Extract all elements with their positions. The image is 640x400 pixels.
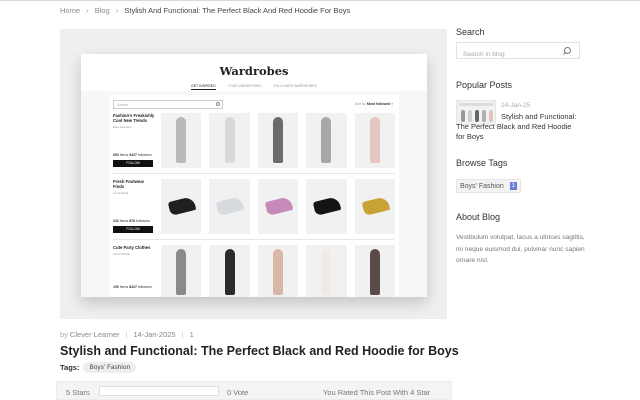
wardrobe-row-stats: 190 items 8427 followers: [113, 285, 152, 289]
mini-sort: Sort by Most followed ▾: [354, 102, 393, 106]
outfit-thumb: [209, 245, 250, 297]
wardrobe-row-title: Cute Party Clothes: [113, 245, 151, 250]
shoe-thumb: [354, 179, 396, 234]
search-icon: [216, 102, 220, 106]
post-title: Stylish and Functional: The Perfect Blac…: [60, 344, 459, 358]
outfit-thumb: [209, 113, 250, 168]
tag-chip[interactable]: Boys' Fashion 1: [456, 179, 522, 193]
post-meta: by Clever Learner | 14-Jan-2025 | 1: [60, 330, 194, 339]
search-input[interactable]: [457, 47, 557, 62]
wardrobes-tab: YOUR WARDROBES: [227, 84, 262, 88]
wardrobe-row-author: Inbar Wardle: [113, 252, 131, 256]
outfit-thumb: [257, 113, 299, 168]
browse-tags-heading: Browse Tags: [456, 158, 508, 168]
wardrobe-thumbs: [161, 113, 396, 171]
post-tag[interactable]: Boys' Fashion: [83, 362, 137, 373]
tags-label: Tags:: [60, 363, 80, 372]
rating-progress: [99, 386, 219, 396]
shoe-thumb: [257, 179, 299, 234]
wardrobe-row-title: Fashion's Freakishly Cool New Trends: [113, 113, 155, 123]
wardrobe-follow-button: FOLLOW: [113, 226, 153, 233]
chevron-right-icon: ›: [115, 5, 119, 15]
wardrobe-row-title: Fresh Footwear Finds: [113, 179, 145, 189]
rating-stars-label: 5 Stars: [66, 388, 90, 397]
wardrobes-tabs: GET INSPIRED YOUR WARDROBES FOLLOWED WAR…: [81, 84, 427, 90]
featured-image: Wardrobes GET INSPIRED YOUR WARDROBES FO…: [60, 29, 447, 319]
rating-user-text: You Rated This Post With 4 Star: [323, 388, 431, 397]
shoe-thumb: [209, 179, 250, 234]
wardrobe-row-author: Conal Mata: [113, 191, 129, 195]
wardrobe-row: Fresh Footwear Finds Conal Mata 242 item…: [113, 179, 396, 237]
search-heading: Search: [456, 27, 485, 37]
outfit-thumb: [354, 113, 396, 168]
top-border: [0, 0, 640, 1]
search-icon[interactable]: [564, 47, 571, 54]
wardrobe-row-stats: 653 items 9427 followers: [113, 153, 152, 157]
breadcrumb-current: Stylish And Functional: The Perfect Blac…: [124, 5, 351, 15]
wardrobe-row: Fashion's Freakishly Cool New Trends Els…: [113, 113, 396, 171]
post-author[interactable]: Clever Learner: [70, 330, 120, 339]
outfit-thumb: [306, 113, 347, 168]
tag-count-badge: 1: [509, 182, 518, 190]
shoe-thumb: [161, 179, 202, 234]
wardrobes-tab: FOLLOWED WARDROBES: [273, 84, 317, 88]
outfit-thumb: [161, 113, 202, 168]
wardrobes-screenshot: Wardrobes GET INSPIRED YOUR WARDROBES FO…: [81, 54, 427, 297]
wardrobes-title: Wardrobes: [219, 64, 289, 78]
wardrobe-thumbs: [161, 179, 396, 237]
post-tags: Tags: Boys' Fashion: [60, 362, 137, 373]
about-blog-text: Vestibulum volutpat, lacus a ultrices sa…: [456, 234, 585, 264]
meta-divider: |: [181, 330, 184, 339]
meta-divider: |: [125, 330, 128, 339]
wardrobe-row: Cute Party Clothes Inbar Wardle 190 item…: [113, 245, 396, 297]
outfit-thumb: [161, 245, 202, 297]
chevron-right-icon: ›: [86, 5, 89, 15]
wardrobes-tab: GET INSPIRED: [191, 84, 216, 90]
rating-vote-count: 0 Vote: [227, 388, 249, 397]
wardrobe-row-stats: 242 items 876 followers: [113, 219, 150, 223]
outfit-thumb: [354, 245, 396, 297]
popular-post-title[interactable]: Stylish and Functional: The Perfect Blac…: [456, 112, 580, 142]
popular-post-date: 14-Jan-25: [501, 102, 531, 109]
breadcrumb-blog[interactable]: Blog: [95, 6, 110, 15]
wardrobe-thumbs: [161, 245, 396, 297]
mini-search-field: Search: [113, 100, 223, 109]
search-box: [456, 42, 580, 62]
wardrobe-follow-button: FOLLOW: [113, 160, 153, 167]
breadcrumb-home[interactable]: Home: [60, 6, 80, 15]
rating-bar: 5 Stars 0 Vote You Rated This Post With …: [56, 381, 452, 400]
post-date: 14-Jan-2025: [133, 330, 176, 339]
popular-posts-heading: Popular Posts: [456, 80, 513, 90]
tag-chip-label: Boys' Fashion: [460, 182, 504, 190]
post-comment-count[interactable]: 1: [190, 330, 194, 339]
outfit-thumb: [306, 245, 347, 297]
breadcrumb: Home › Blog › Stylish And Functional: Th…: [60, 4, 350, 16]
about-blog-heading: About Blog: [456, 212, 501, 222]
post-by-label: by: [60, 330, 68, 339]
wardrobe-row-author: Elsa Jacquins: [113, 125, 132, 129]
outfit-thumb: [257, 245, 299, 297]
shoe-thumb: [306, 179, 347, 234]
